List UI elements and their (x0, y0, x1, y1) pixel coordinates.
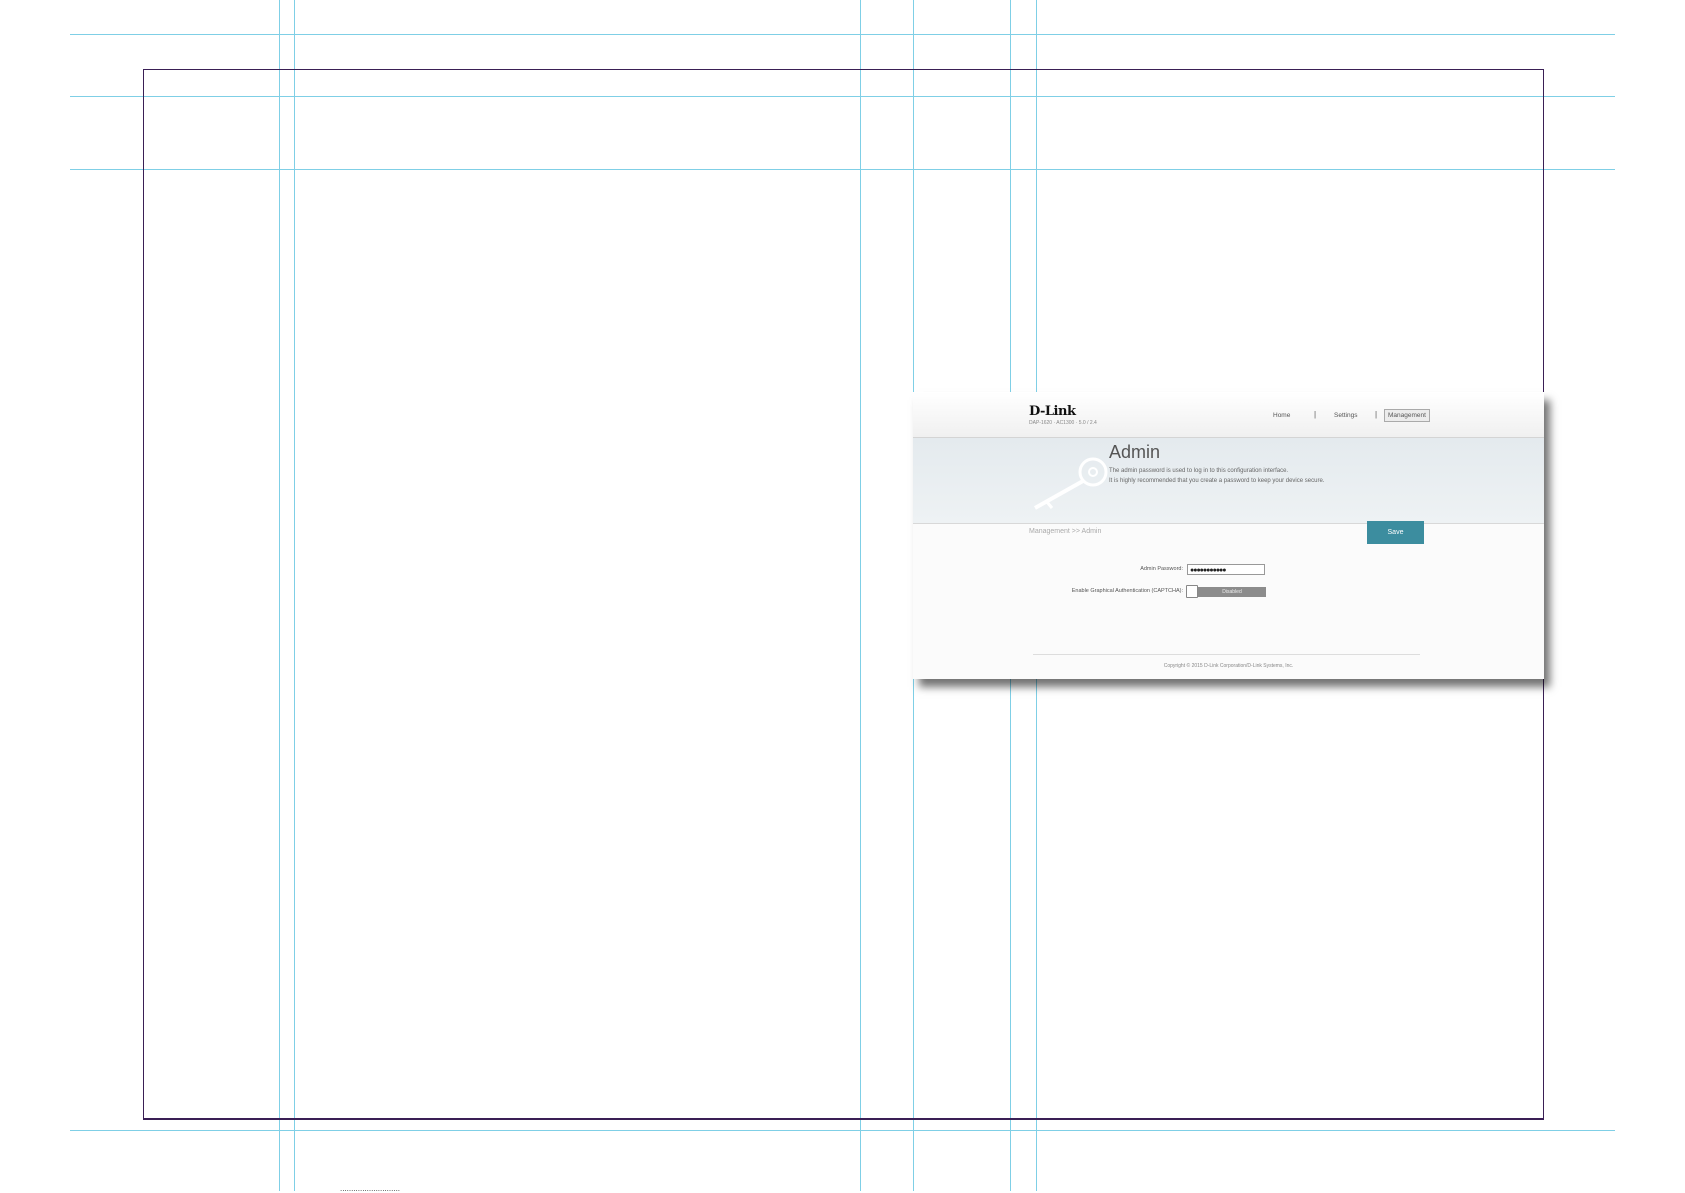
router-admin-screenshot: D-Link DAP-1620 · AC1300 · 5.0 / 2.4 Hom… (913, 392, 1544, 679)
captcha-toggle[interactable]: Disabled (1186, 585, 1266, 598)
page-title: Admin (1109, 442, 1161, 462)
nav-settings[interactable]: Settings (1334, 412, 1358, 419)
copyright-text: Copyright © 2015 D-Link Corporation/D-Li… (1163, 663, 1294, 669)
page-description-line-2: It is highly recommended that you create… (1109, 478, 1325, 484)
slug-text: ........................... (340, 1184, 401, 1193)
admin-password-input[interactable]: ●●●●●●●●●●● (1187, 564, 1265, 575)
nav-management[interactable]: Management (1384, 409, 1430, 422)
breadcrumb: Management >> Admin (1029, 528, 1102, 535)
router-header: D-Link DAP-1620 · AC1300 · 5.0 / 2.4 Hom… (913, 392, 1544, 438)
admin-banner: Admin The admin password is used to log … (913, 438, 1544, 524)
admin-password-label: Admin Password: (1140, 566, 1183, 572)
key-icon (1034, 457, 1108, 510)
guide-line-horizontal (70, 34, 1615, 35)
page-description-line-1: The admin password is used to log in to … (1109, 468, 1289, 474)
captcha-label: Enable Graphical Authentication (CAPTCHA… (1071, 588, 1183, 594)
nav-separator: | (1314, 410, 1317, 419)
save-button[interactable]: Save (1367, 521, 1424, 544)
captcha-state: Disabled (1198, 587, 1266, 597)
model-label: DAP-1620 · AC1300 · 5.0 / 2.4 (1029, 420, 1097, 426)
guide-line-horizontal (70, 1130, 1615, 1131)
nav-separator: | (1375, 410, 1378, 419)
footer-divider (1033, 654, 1420, 655)
toggle-knob (1186, 585, 1198, 598)
dlink-logo: D-Link (1029, 404, 1076, 419)
nav-home[interactable]: Home (1273, 412, 1290, 419)
